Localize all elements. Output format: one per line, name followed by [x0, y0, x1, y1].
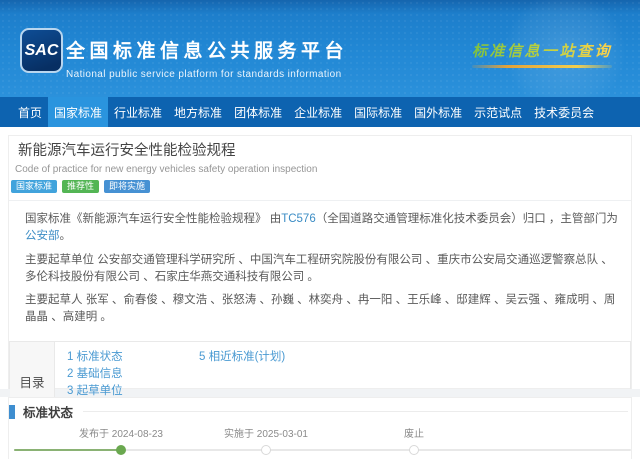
header-banner: SAC 全国标准信息公共服务平台 National public service…: [0, 0, 640, 97]
standard-status-card: 标准状态 发布于 2024-08-23 实施于 2025-03-01 废止: [8, 397, 632, 459]
section-title: 标准状态: [23, 402, 73, 421]
section-marker: [9, 405, 15, 419]
standard-detail-card: 新能源汽车运行安全性能检验规程 Code of practice for new…: [8, 135, 632, 389]
toc-link-related-standards[interactable]: 5 相近标准(计划): [199, 349, 285, 366]
tc576-link[interactable]: TC576: [281, 213, 316, 225]
site-title: 全国标准信息公共服务平台: [66, 36, 348, 63]
badge-recommended: 推荐性: [62, 180, 99, 193]
timeline-dot-published: [116, 445, 126, 455]
nav-item-industry-standards[interactable]: 行业标准: [108, 97, 168, 127]
page-title-en: Code of practice for new energy vehicles…: [15, 163, 631, 176]
timeline-label-abolished: 废止: [404, 425, 424, 440]
site-subtitle-en: National public service platform for sta…: [66, 69, 348, 80]
nav-item-national-standards[interactable]: 国家标准: [48, 97, 108, 127]
timeline-dot-abolished: [409, 445, 419, 455]
badge-row: 国家标准 推荐性 即将实施: [11, 180, 631, 193]
slogan-underline: [472, 65, 612, 68]
section-heading-row: 标准状态: [9, 404, 631, 419]
drafting-units-paragraph: 主要起草单位 公安部交通管理科学研究所 、中国汽车工程研究院股份有限公司 、重庆…: [25, 252, 621, 286]
intro-paragraph: 国家标准《新能源汽车运行安全性能检验规程》 由TC576（全国道路交通管理标准化…: [25, 211, 621, 245]
drafters-label: 主要起草人: [25, 294, 83, 306]
nav-item-local-standards[interactable]: 地方标准: [168, 97, 228, 127]
timeline-label-implemented: 实施于 2025-03-01: [224, 425, 308, 440]
spacer: [0, 127, 640, 135]
toc-link-standard-status[interactable]: 1 标准状态: [67, 349, 199, 366]
drafters-list: 张军 、俞春俊 、穆文浩 、张怒涛 、孙巍 、林奕舟 、冉一阳 、王乐峰 、邸建…: [25, 294, 615, 323]
timeline-label-published: 发布于 2024-08-23: [79, 425, 163, 440]
sac-logo: SAC: [20, 28, 63, 73]
drafting-units-list: 公安部交通管理科学研究所 、中国汽车工程研究院股份有限公司 、重庆市公安局交通巡…: [25, 254, 613, 283]
timeline-dot-implemented: [261, 445, 271, 455]
timeline-track-completed: [14, 449, 121, 451]
slogan-text: 标准信息一站查询: [472, 40, 612, 61]
nav-item-home[interactable]: 首页: [12, 97, 48, 127]
drafting-units-label: 主要起草单位: [25, 254, 94, 266]
nav-item-international-standards[interactable]: 国际标准: [348, 97, 408, 127]
main-nav: 首页 国家标准 行业标准 地方标准 团体标准 企业标准 国际标准 国外标准 示范…: [0, 97, 640, 127]
ministry-public-security-link[interactable]: 公安部: [25, 230, 60, 242]
slogan: 标准信息一站查询: [472, 40, 612, 68]
sac-logo-text: SAC: [25, 42, 59, 60]
standard-header: 新能源汽车运行安全性能检验规程 Code of practice for new…: [9, 142, 631, 201]
nav-item-technical-committees[interactable]: 技术委员会: [528, 97, 600, 127]
intro-text-3: 。: [60, 230, 72, 242]
nav-item-group-standards[interactable]: 团体标准: [228, 97, 288, 127]
badge-upcoming-implementation: 即将实施: [104, 180, 150, 193]
status-timeline: 发布于 2024-08-23 实施于 2025-03-01 废止: [9, 421, 631, 459]
nav-item-pilot-demos[interactable]: 示范试点: [468, 97, 528, 127]
nav-item-foreign-standards[interactable]: 国外标准: [408, 97, 468, 127]
toc-link-basic-info[interactable]: 2 基础信息: [67, 366, 199, 383]
intro-text-1: 国家标准《新能源汽车运行安全性能检验规程》 由: [25, 213, 281, 225]
drafters-paragraph: 主要起草人 张军 、俞春俊 、穆文浩 、张怒涛 、孙巍 、林奕舟 、冉一阳 、王…: [25, 292, 621, 326]
intro-text-2: （全国道路交通管理标准化技术委员会）归口 ，主管部门为: [316, 213, 618, 225]
page-title: 新能源汽车运行安全性能检验规程: [18, 142, 631, 160]
heading-rule: [83, 411, 628, 412]
nav-item-enterprise-standards[interactable]: 企业标准: [288, 97, 348, 127]
site-titles: 全国标准信息公共服务平台 National public service pla…: [66, 36, 348, 80]
badge-national-standard: 国家标准: [11, 180, 57, 193]
